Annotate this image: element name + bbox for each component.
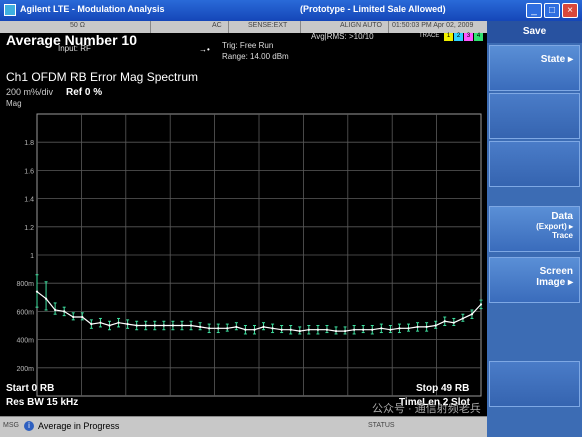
softkey-label: Screen [539, 266, 573, 277]
data-point [217, 327, 220, 330]
data-point [298, 330, 301, 333]
watermark-text: 公众号 · 通信射频老兵 [372, 403, 481, 415]
status-bar: MSG i Average in Progress STATUS [0, 416, 487, 437]
softkey-label: (Export) ▸ [536, 222, 573, 231]
data-point [81, 315, 84, 319]
softkey-label: Data [551, 211, 573, 222]
data-point [371, 328, 374, 331]
data-point [479, 303, 483, 306]
maximize-icon[interactable]: □ [544, 3, 560, 18]
data-point [407, 327, 410, 330]
data-point [44, 297, 48, 300]
data-point [35, 290, 39, 293]
y-tick-label: 200m [16, 366, 34, 373]
error-mag-plot: 1.8 1.6 1.4 1.2 1 800m 600m 400m 200m [16, 113, 483, 397]
data-point [362, 328, 365, 331]
data-point [416, 325, 419, 329]
softkey-menu-title: Save [487, 21, 582, 43]
minimize-icon[interactable]: _ [526, 3, 542, 18]
softkey-panel: Save State ▸ Data (Export) ▸ Trace Scree… [487, 21, 582, 437]
data-point [325, 328, 329, 331]
data-point [262, 325, 265, 329]
data-point [117, 321, 120, 324]
data-point [289, 328, 292, 331]
close-icon[interactable]: × [562, 3, 578, 18]
data-point [72, 315, 75, 319]
data-point [334, 330, 338, 333]
softkey-blank-1[interactable] [489, 93, 580, 139]
data-point [452, 321, 455, 324]
y-tick-label: 400m [16, 338, 34, 345]
data-point [271, 327, 274, 330]
status-label: STATUS [368, 422, 395, 429]
start-rb: Start 0 RB [6, 383, 55, 394]
data-point [443, 320, 446, 323]
softkey-blank-3[interactable] [489, 361, 580, 407]
data-point [253, 328, 256, 331]
data-point [171, 324, 175, 327]
status-message: Average in Progress [38, 421, 120, 431]
data-point [90, 322, 93, 326]
y-tick-label: 1.8 [24, 140, 34, 147]
data-point [153, 324, 156, 327]
softkey-data-export-trace[interactable]: Data (Export) ▸ Trace [489, 206, 580, 252]
data-point [380, 327, 383, 330]
data-point [307, 328, 310, 331]
data-point [461, 317, 464, 320]
msg-label: MSG [3, 422, 19, 429]
y-tick-label: 1.6 [24, 168, 34, 175]
data-point [226, 327, 229, 330]
data-point [189, 324, 193, 327]
data-point [54, 308, 57, 312]
data-point [434, 324, 437, 327]
y-tick-label: 1.2 [24, 225, 34, 232]
data-point [199, 325, 202, 329]
data-point [470, 313, 474, 316]
y-tick-label: 1.4 [24, 197, 34, 204]
instrument-screen: 50 Ω AC SENSE:EXT ALIGN AUTO 01:50:03 PM… [0, 21, 487, 425]
data-point [398, 327, 401, 330]
info-icon: i [24, 421, 34, 431]
data-point [343, 330, 347, 333]
data-point [162, 324, 165, 327]
data-point [144, 324, 147, 327]
y-tick-label: 1 [30, 253, 34, 260]
softkey-label: Trace [552, 231, 573, 240]
app-icon [4, 4, 16, 16]
app-title: Agilent LTE - Modulation Analysis [20, 4, 165, 14]
softkey-label: Image ▸ [536, 277, 573, 288]
window-title-bar: Agilent LTE - Modulation Analysis (Proto… [0, 0, 582, 21]
data-point [63, 310, 66, 313]
y-tick-label: 600m [16, 309, 34, 316]
data-point [244, 328, 247, 331]
y-tick-label: 800m [16, 281, 34, 288]
data-point [316, 328, 319, 331]
data-point [235, 325, 238, 329]
data-point [108, 324, 111, 327]
data-point [425, 325, 428, 329]
data-point [135, 324, 138, 327]
softkey-screen-image[interactable]: Screen Image ▸ [489, 257, 580, 303]
data-point [280, 328, 283, 331]
window-subtitle: (Prototype - Limited Sale Allowed) [300, 4, 446, 14]
data-point [126, 322, 129, 326]
data-point [208, 327, 211, 330]
data-point [99, 321, 102, 324]
softkey-state[interactable]: State ▸ [489, 45, 580, 91]
data-point [353, 328, 356, 331]
softkey-blank-2[interactable] [489, 141, 580, 187]
softkey-label: State ▸ [540, 54, 573, 65]
data-point [180, 324, 184, 327]
stop-rb: Stop 49 RB [416, 383, 470, 394]
res-bw: Res BW 15 kHz [6, 397, 79, 408]
data-point [389, 328, 392, 331]
